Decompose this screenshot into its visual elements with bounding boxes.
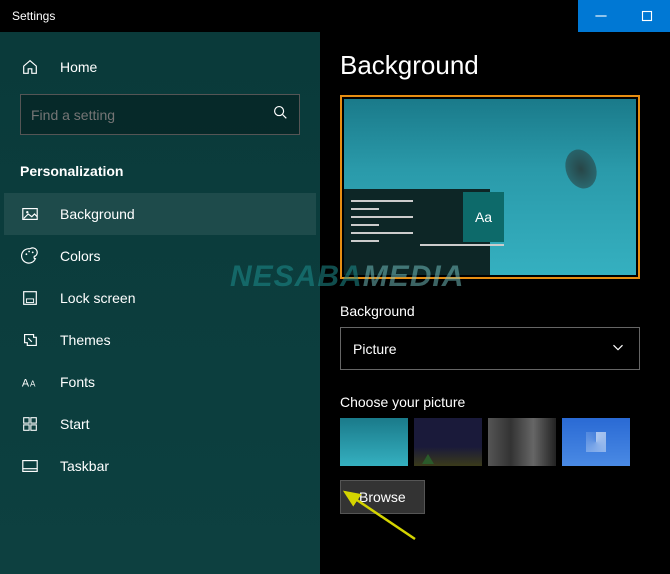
- search-icon: [271, 103, 289, 126]
- picture-thumb-1[interactable]: [340, 418, 408, 466]
- sidebar-item-start[interactable]: Start: [4, 403, 316, 445]
- search-input[interactable]: [31, 107, 271, 123]
- nav-label: Themes: [60, 332, 111, 348]
- choose-picture-label: Choose your picture: [340, 394, 650, 410]
- titlebar: Settings: [0, 0, 670, 32]
- preview-tiles: Aa: [420, 192, 504, 272]
- fonts-icon: AA: [20, 373, 40, 391]
- dropdown-value: Picture: [353, 341, 397, 357]
- section-header: Personalization: [4, 155, 316, 193]
- background-dropdown-label: Background: [340, 303, 650, 319]
- background-dropdown[interactable]: Picture: [340, 327, 640, 370]
- sidebar-item-background[interactable]: Background: [4, 193, 316, 235]
- content-pane: Background Aa Background Picture: [320, 32, 670, 574]
- browse-button[interactable]: Browse: [340, 480, 425, 514]
- home-icon: [20, 58, 40, 76]
- picture-thumb-2[interactable]: [414, 418, 482, 466]
- preview-sample-text: Aa: [463, 192, 504, 242]
- palette-icon: [20, 247, 40, 265]
- window-controls: [578, 0, 670, 32]
- picture-thumbnails: [340, 418, 650, 466]
- window-title: Settings: [0, 9, 55, 23]
- desktop-preview: Aa: [344, 99, 636, 275]
- preview-start-menu: [347, 192, 417, 272]
- svg-text:A: A: [22, 378, 30, 390]
- page-title: Background: [340, 50, 650, 81]
- home-label: Home: [60, 59, 97, 75]
- home-nav-item[interactable]: Home: [4, 48, 316, 86]
- picture-thumb-4[interactable]: [562, 418, 630, 466]
- sidebar-item-colors[interactable]: Colors: [4, 235, 316, 277]
- sidebar-item-taskbar[interactable]: Taskbar: [4, 445, 316, 487]
- nav-label: Colors: [60, 248, 100, 264]
- nav-label: Lock screen: [60, 290, 135, 306]
- sidebar-item-fonts[interactable]: AA Fonts: [4, 361, 316, 403]
- themes-icon: [20, 331, 40, 349]
- nav-label: Start: [60, 416, 90, 432]
- nav-label: Fonts: [60, 374, 95, 390]
- picture-icon: [20, 205, 40, 223]
- sidebar-item-themes[interactable]: Themes: [4, 319, 316, 361]
- chevron-down-icon: [609, 338, 627, 359]
- sidebar-item-lockscreen[interactable]: Lock screen: [4, 277, 316, 319]
- nav-label: Taskbar: [60, 458, 109, 474]
- nav-label: Background: [60, 206, 135, 222]
- sidebar: Home Personalization Background Colors: [0, 32, 320, 574]
- taskbar-icon: [20, 457, 40, 475]
- minimize-button[interactable]: [578, 0, 624, 32]
- start-icon: [20, 415, 40, 433]
- lockscreen-icon: [20, 289, 40, 307]
- search-box[interactable]: [20, 94, 300, 135]
- picture-thumb-3[interactable]: [488, 418, 556, 466]
- svg-text:A: A: [30, 380, 36, 389]
- maximize-button[interactable]: [624, 0, 670, 32]
- preview-highlight: Aa: [340, 95, 640, 279]
